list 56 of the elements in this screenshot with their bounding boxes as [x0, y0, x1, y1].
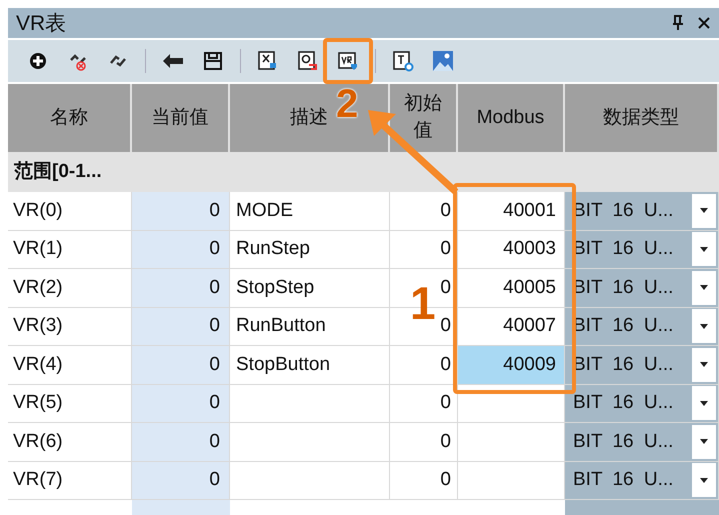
caret-icon	[700, 324, 708, 329]
import-icon	[337, 50, 359, 72]
column-header[interactable]: 数据类型	[603, 104, 679, 132]
column-header[interactable]: 名称	[50, 104, 88, 132]
group-label: 范围[0-1...	[14, 160, 102, 184]
dropdown-button[interactable]	[692, 232, 716, 266]
table-cell: RunStep	[230, 230, 390, 269]
import-icon	[297, 50, 319, 72]
table-cell: RunButton	[230, 308, 390, 346]
table-cell: 0	[132, 269, 230, 308]
dropdown-button[interactable]	[692, 194, 716, 228]
caret-icon	[700, 285, 708, 290]
table-cell: 40009	[458, 346, 565, 384]
dropdown-button[interactable]	[692, 270, 716, 305]
table-cell: MODE	[230, 192, 390, 230]
pin-icon[interactable]	[671, 15, 685, 31]
data-type-value: BIT 16 U...	[573, 430, 674, 454]
table-cell: StopButton	[230, 346, 390, 384]
dropdown-button[interactable]	[692, 348, 716, 382]
table-cell: 40003	[458, 230, 565, 269]
column-header[interactable]: 描述	[290, 104, 328, 132]
table-cell: 0	[132, 230, 230, 269]
image-icon	[432, 50, 454, 72]
table-cell: 0	[132, 346, 230, 384]
step-number: 2	[336, 84, 358, 124]
table-cell: 0	[132, 192, 230, 230]
data-type-value: BIT 16 U...	[573, 391, 674, 415]
caret-icon	[700, 478, 708, 483]
text-import-icon	[392, 50, 414, 72]
column-header[interactable]: 当前值	[152, 104, 208, 132]
column-header[interactable]: Modbus	[476, 104, 544, 132]
table-cell: 40005	[458, 269, 565, 308]
table-cell: 0	[132, 462, 230, 500]
table-cell: 0	[132, 308, 230, 346]
caret-icon	[700, 362, 708, 368]
caret-icon	[700, 208, 708, 214]
add-icon	[27, 50, 49, 72]
table-cell: 0	[132, 384, 230, 423]
save-icon	[202, 50, 224, 72]
import-icon	[257, 50, 279, 72]
data-type-value: BIT 16 U...	[573, 468, 674, 492]
dropdown-button[interactable]	[692, 386, 716, 420]
table-cell: StopStep	[230, 269, 390, 308]
dropdown-button[interactable]	[692, 309, 716, 344]
caret-icon	[700, 400, 708, 406]
caret-icon	[700, 439, 708, 444]
window-title: VR表	[16, 12, 66, 34]
table-cell: 40007	[458, 308, 565, 346]
table-cell: 0	[132, 423, 230, 462]
close-icon[interactable]	[697, 16, 711, 30]
toolbar-button[interactable]	[390, 48, 416, 74]
table-cell: 40001	[458, 192, 565, 230]
caret-icon	[700, 246, 708, 252]
column-header[interactable]: 初始值	[402, 91, 444, 145]
dropdown-button[interactable]	[692, 463, 716, 498]
dropdown-button[interactable]	[692, 424, 716, 459]
